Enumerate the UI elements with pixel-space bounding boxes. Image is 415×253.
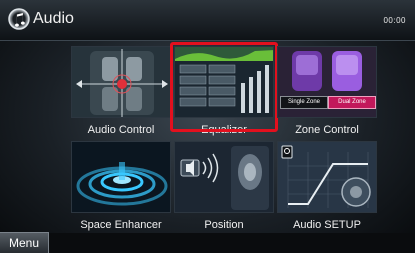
menu-button[interactable]: Menu xyxy=(0,232,49,253)
selection-highlight xyxy=(170,42,278,132)
single-zone-tag: Single Zone xyxy=(280,96,328,109)
audio-setup-button[interactable]: Audio SETUP xyxy=(275,139,379,239)
page-title: Audio xyxy=(33,10,74,27)
crossover-graph-icon xyxy=(278,142,376,212)
tile-label: Space Enhancer xyxy=(80,219,162,231)
clock: 00:00 xyxy=(383,16,406,25)
dual-zone-tag: Dual Zone xyxy=(328,96,376,109)
title-bar: Audio 00:00 xyxy=(0,0,415,41)
tile-label: Zone Control xyxy=(295,124,359,136)
equalizer-button[interactable]: Equalizer xyxy=(170,42,278,144)
audio-control-button[interactable]: Audio Control xyxy=(69,44,173,144)
zone-control-thumbnail: Single Zone Dual Zone xyxy=(277,46,377,118)
speaker-position-icon xyxy=(175,142,273,212)
audio-setup-thumbnail xyxy=(277,141,377,213)
position-thumbnail xyxy=(174,141,274,213)
tile-label: Audio SETUP xyxy=(293,219,361,231)
bottom-bar xyxy=(48,233,415,253)
audio-control-thumbnail xyxy=(71,46,171,118)
sound-waves-icon xyxy=(72,142,170,212)
tile-label: Audio Control xyxy=(87,124,155,136)
audio-screen: Audio 00:00 Audio Control Equalizer Sing… xyxy=(0,0,415,253)
position-button[interactable]: Position xyxy=(172,139,276,239)
space-enhancer-button[interactable]: Space Enhancer xyxy=(69,139,173,239)
zone-control-button[interactable]: Single Zone Dual Zone Zone Control xyxy=(275,44,379,144)
tile-label: Position xyxy=(204,219,244,231)
space-enhancer-thumbnail xyxy=(71,141,171,213)
music-note-icon xyxy=(8,8,30,30)
car-seats-icon xyxy=(72,47,170,117)
